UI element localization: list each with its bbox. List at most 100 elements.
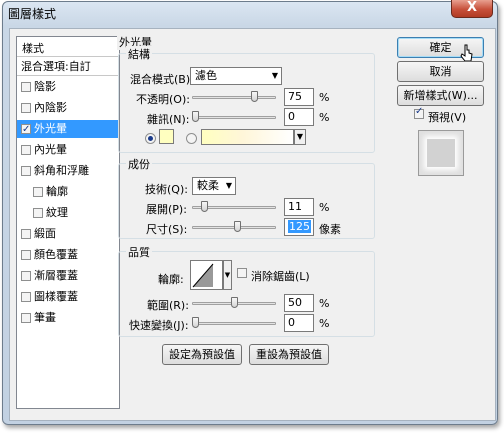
style-checkbox[interactable]: [21, 292, 31, 302]
opacity-input[interactable]: 75: [284, 88, 314, 106]
structure-title: 結構: [126, 46, 152, 62]
size-slider-thumb[interactable]: [234, 221, 241, 232]
make-default-button[interactable]: 設定為預設值: [162, 344, 242, 365]
size-value-selected: 125: [288, 220, 311, 233]
style-list-item[interactable]: 內陰影: [17, 99, 119, 117]
reset-default-button[interactable]: 重設為預設值: [249, 344, 329, 365]
style-list-item[interactable]: 漸層覆蓋: [17, 267, 119, 285]
quality-title: 品質: [126, 244, 152, 260]
range-slider-thumb[interactable]: [231, 297, 238, 308]
style-list: 樣式 混合選項:自訂 陰影內陰影外光暈內光暈斜角和浮雕輪廓紋理緞面顏色覆蓋漸層覆…: [16, 36, 120, 409]
contour-picker[interactable]: [190, 260, 223, 290]
dialog-title: 圖層樣式: [8, 7, 57, 21]
preview-thumbnail: [418, 130, 464, 176]
gradient-radio[interactable]: [186, 133, 197, 144]
size-unit: 像素: [319, 223, 341, 236]
gradient-dropdown[interactable]: ▼: [294, 129, 306, 145]
chevron-down-icon: ▼: [224, 271, 231, 279]
close-icon: X: [466, 0, 478, 15]
elements-title: 成份: [126, 156, 152, 172]
range-unit: %: [319, 297, 330, 310]
contour-dropdown[interactable]: ▼: [223, 260, 232, 290]
preview-label: 預視(V): [428, 111, 467, 124]
solid-color-radio[interactable]: [145, 133, 156, 144]
style-list-label: 內陰影: [34, 101, 67, 114]
noise-slider-thumb[interactable]: [192, 111, 199, 122]
style-list-item[interactable]: 外光暈: [17, 120, 119, 139]
spread-input[interactable]: 11: [284, 198, 314, 216]
style-checkbox[interactable]: [21, 229, 31, 239]
technique-select[interactable]: 較柔 ▼: [192, 177, 236, 195]
style-list-label: 紋理: [46, 206, 68, 219]
jitter-unit: %: [319, 317, 330, 330]
jitter-label: 快速變換(J):: [129, 319, 189, 332]
style-list-header[interactable]: 樣式: [17, 37, 119, 57]
style-list-label: 筆畫: [34, 311, 56, 324]
technique-value: 較柔: [197, 179, 219, 192]
noise-input[interactable]: 0: [284, 108, 314, 126]
preview-checkbox[interactable]: [414, 106, 424, 119]
range-label: 範圍(R):: [147, 299, 189, 312]
style-checkbox[interactable]: [21, 145, 31, 155]
preview-glow-square: [427, 139, 455, 167]
style-checkbox[interactable]: [33, 187, 43, 197]
opacity-slider-thumb[interactable]: [250, 91, 258, 102]
style-list-label: 內光暈: [34, 143, 67, 156]
opacity-unit: %: [319, 91, 330, 104]
chevron-down-icon: ▼: [271, 71, 278, 80]
antialias-checkbox[interactable]: [237, 268, 247, 278]
style-checkbox[interactable]: [33, 208, 43, 218]
style-list-label: 圖樣覆蓋: [34, 290, 78, 303]
noise-slider-track[interactable]: [192, 116, 276, 119]
jitter-slider-track[interactable]: [192, 322, 276, 325]
style-list-label: 陰影: [34, 80, 56, 93]
style-list-item[interactable]: 紋理: [17, 204, 119, 222]
jitter-input[interactable]: 0: [284, 314, 314, 332]
noise-unit: %: [319, 111, 330, 124]
style-list-blending-options[interactable]: 混合選項:自訂: [17, 58, 119, 76]
contour-label: 輪廓:: [158, 273, 184, 286]
style-list-item[interactable]: 顏色覆蓋: [17, 246, 119, 264]
technique-label: 技術(Q):: [145, 183, 188, 196]
gradient-swatch[interactable]: [201, 129, 294, 145]
close-button[interactable]: X: [451, 0, 493, 18]
spread-slider-thumb[interactable]: [200, 201, 208, 212]
style-list-label: 漸層覆蓋: [34, 269, 78, 282]
style-list-item[interactable]: 輪廓: [17, 183, 119, 201]
range-input[interactable]: 50: [284, 294, 314, 312]
style-list-label: 外光暈: [34, 122, 67, 135]
style-list-item[interactable]: 陰影: [17, 78, 119, 96]
noise-label: 雜訊(N):: [147, 113, 190, 126]
blend-mode-value: 濾色: [195, 69, 217, 82]
size-label: 尺寸(S):: [146, 223, 188, 236]
style-list-label: 緞面: [34, 227, 56, 240]
style-checkbox[interactable]: [21, 250, 31, 260]
style-checkbox[interactable]: [21, 103, 31, 113]
style-checkbox[interactable]: [21, 121, 31, 139]
style-list-item[interactable]: 筆畫: [17, 309, 119, 327]
antialias-label: 消除鋸齒(L): [251, 270, 310, 283]
style-list-label: 輪廓: [46, 185, 68, 198]
chevron-down-icon: ▼: [225, 181, 232, 190]
opacity-label: 不透明(O):: [136, 93, 190, 106]
opacity-slider-track[interactable]: [192, 96, 276, 99]
style-checkbox[interactable]: [21, 82, 31, 92]
style-list-item[interactable]: 緞面: [17, 225, 119, 243]
glow-color-swatch[interactable]: [159, 129, 174, 144]
style-list-item[interactable]: 內光暈: [17, 141, 119, 159]
spread-label: 展開(P):: [146, 203, 187, 216]
contour-curve-icon: [192, 263, 214, 288]
style-list-item[interactable]: 斜角和浮雕: [17, 162, 119, 180]
cancel-button[interactable]: 取消: [397, 61, 484, 82]
size-input[interactable]: 125: [284, 218, 314, 236]
style-list-label: 顏色覆蓋: [34, 248, 78, 261]
style-checkbox[interactable]: [21, 271, 31, 281]
style-checkbox[interactable]: [21, 313, 31, 323]
style-list-item[interactable]: 圖樣覆蓋: [17, 288, 119, 306]
chevron-down-icon: ▼: [296, 132, 304, 141]
style-checkbox[interactable]: [21, 166, 31, 176]
style-list-label: 斜角和浮雕: [34, 164, 89, 177]
jitter-slider-thumb[interactable]: [192, 317, 199, 328]
new-style-button[interactable]: 新增樣式(W)...: [397, 85, 484, 106]
blend-mode-select[interactable]: 濾色 ▼: [190, 67, 282, 85]
